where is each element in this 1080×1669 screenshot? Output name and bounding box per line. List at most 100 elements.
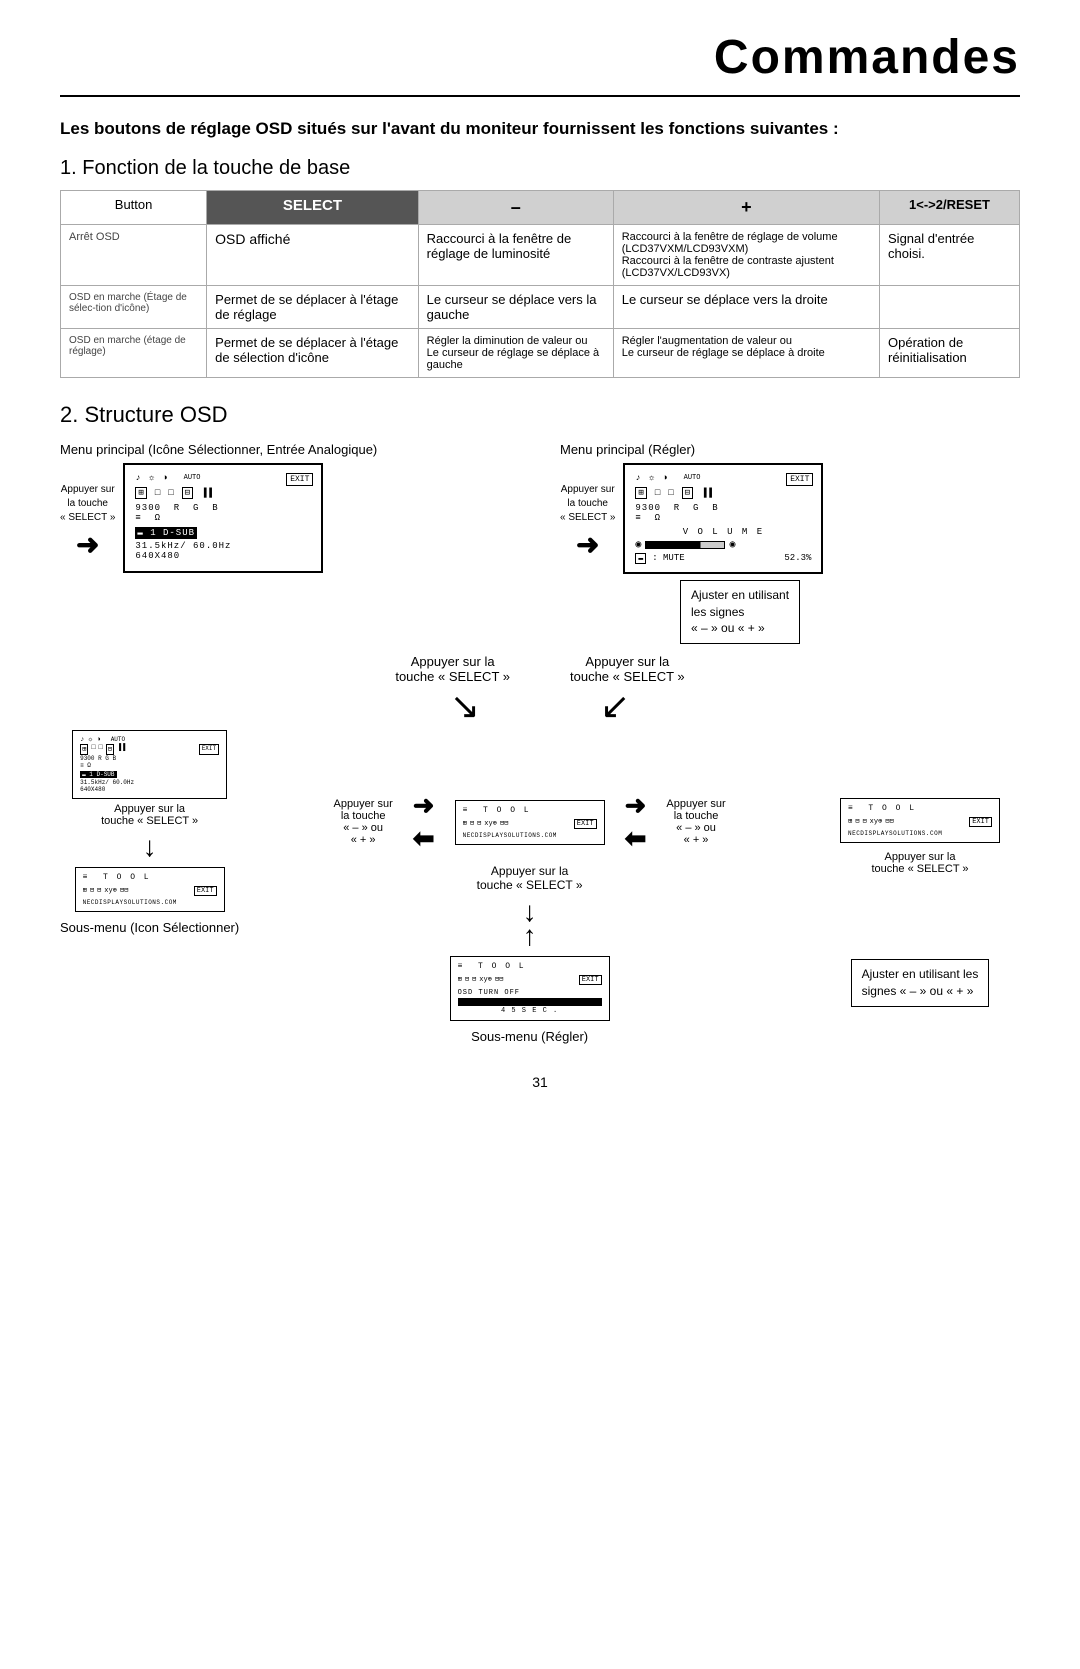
nec-url-2: NECDISPLAYSOLUTIONS.COM xyxy=(463,832,597,839)
nec-url-1: NECDISPLAYSOLUTIONS.COM xyxy=(83,899,217,906)
appuyer-label-left: Appuyer surla touche« SELECT » xyxy=(60,483,115,525)
tool-menu-1: ≡ T O O L ⊞⊟⊟xy⊕⊟⊟ EXIT NECDISPLAYSOLUTI… xyxy=(75,867,225,912)
cell-row3-col3: Régler la diminution de valeur ou Le cur… xyxy=(418,328,613,377)
table-row: OSD en marche (Étage de sélec-tion d'icô… xyxy=(61,285,1020,328)
vol-percent: 52.3% xyxy=(784,553,811,563)
main-menu-left-title: Menu principal (Icône Sélectionner, Entr… xyxy=(60,442,377,457)
table-row: Arrêt OSD OSD affiché Raccourci à la fen… xyxy=(61,224,1020,285)
volume-track: ◉ ◉ xyxy=(635,539,811,551)
main-menu-right-title: Menu principal (Régler) xyxy=(560,442,695,457)
tool-menu-right-wrapper: ≡ T O O L ⊞⊟⊟xy⊕⊟⊟ EXIT NECDISPLAYSOLUTI… xyxy=(840,798,1000,843)
arrow-back-left: ↙ xyxy=(450,688,480,724)
arrow-back-right: ↙ xyxy=(600,688,630,724)
appuyer-select-center1: Appuyer sur latouche « SELECT » xyxy=(395,654,510,684)
osd-off-bar xyxy=(458,998,602,1006)
appuyer-minus-ou-2: Appuyer surla touche« – » ou« + » xyxy=(666,798,725,846)
tool-menu-3: ≡ T O O L ⊞⊟⊟xy⊕⊟⊟ EXIT OSD TURN OFF 4 5… xyxy=(450,956,610,1021)
osd-screen-left: EXIT ♪☼◑AUTO ⊞ □□ ⊟ ▐▐ 9300 R G B ≡ Ω ▬ … xyxy=(123,463,323,573)
sec-label: 4 5 S E C . xyxy=(458,1007,602,1015)
cell-row1-col5: Signal d'entrée choisi. xyxy=(880,224,1020,285)
mute-icon: ▬ xyxy=(635,553,646,564)
cell-row1-col3: Raccourci à la fenêtre de réglage de lum… xyxy=(418,224,613,285)
arrow-up-center: ↑ xyxy=(523,920,537,952)
col-select: SELECT xyxy=(207,190,419,224)
icon-row2-right: ⊞ □□ ⊟ ▐▐ xyxy=(635,487,811,499)
osd-screen-right: EXIT ♪☼◑AUTO ⊞ □□ ⊟ ▐▐ 9300 R G B ≡ Ω V … xyxy=(623,463,823,574)
arrow-right-main: ➜ xyxy=(76,528,99,561)
appuyer-select-left-col: Appuyer sur latouche « SELECT » xyxy=(101,803,198,827)
osd-small-left: ♪☼◑AUTO ⊞□□ ⊟▐▐ EXIT 9300 R G B ≡ Ω ▬ 1 … xyxy=(72,730,227,799)
col-plus: + xyxy=(613,190,879,224)
table-row: OSD en marche (étage de réglage) Permet … xyxy=(61,328,1020,377)
cell-row3-col2: Permet de se déplacer à l'étage de sélec… xyxy=(207,328,419,377)
osd-off-label: OSD TURN OFF xyxy=(458,989,602,997)
arrow-right-main2: ➜ xyxy=(576,528,599,561)
tool-exit-3: EXIT xyxy=(579,975,602,985)
osd-structure-section: 2. Structure OSD Menu principal (Icône S… xyxy=(60,402,1020,1044)
intro-paragraph: Les boutons de réglage OSD situés sur l'… xyxy=(60,117,1020,141)
cell-row2-col5 xyxy=(880,285,1020,328)
section1-heading: 1. Fonction de la touche de base xyxy=(60,157,1020,180)
volume-bar: V O L U M E ◉ ◉ ▬ : MUTE 52.3% xyxy=(635,527,811,564)
tool-icon-row-1: ⊞⊟⊟xy⊕⊟⊟ EXIT xyxy=(83,886,217,896)
appuyer-select-right-bottom: Appuyer sur latouche « SELECT » xyxy=(871,851,968,875)
info-omega: ≡ Ω xyxy=(135,513,311,523)
tool-exit-1: EXIT xyxy=(194,886,217,896)
exit-btn-left: EXIT xyxy=(286,473,313,486)
tool-title-right: ≡ T O O L xyxy=(848,804,992,813)
tool-icon-row-3: ⊞⊟⊟xy⊕⊟⊟ EXIT xyxy=(458,975,602,985)
tool-menu-right: ≡ T O O L ⊞⊟⊟xy⊕⊟⊟ EXIT NECDISPLAYSOLUTI… xyxy=(840,798,1000,843)
tool-title-3: ≡ T O O L xyxy=(458,962,602,971)
cell-row3-col5: Opération de réinitialisation xyxy=(880,328,1020,377)
mute-label: : MUTE xyxy=(652,553,684,563)
res-left: 640X480 xyxy=(135,551,311,561)
cell-row2-col2: Permet de se déplacer à l'étage de régla… xyxy=(207,285,419,328)
icon-row2-left: ⊞ □□ ⊟ ▐▐ xyxy=(135,487,311,499)
appuyer-select-center2: Appuyer sur latouche « SELECT » xyxy=(570,654,685,684)
tool-menu-2: ≡ T O O L ⊞⊟⊟xy⊕⊟⊟ EXIT NECDISPLAYSOLUTI… xyxy=(455,800,605,845)
cell-row3-col1: OSD en marche (étage de réglage) xyxy=(61,328,207,377)
exit-btn-right: EXIT xyxy=(786,473,813,486)
cell-row1-col2: OSD affiché xyxy=(207,224,419,285)
icon-row-right: ♪☼◑AUTO xyxy=(635,473,811,483)
cell-row3-col4: Régler l'augmentation de valeur ou Le cu… xyxy=(613,328,879,377)
tool-icon-row-2: ⊞⊟⊟xy⊕⊟⊟ EXIT xyxy=(463,819,597,829)
arrow-left-tool: ⬅ xyxy=(413,823,435,854)
tool-title-2: ≡ T O O L xyxy=(463,806,597,815)
sous-menu-regler-label: Sous-menu (Régler) xyxy=(471,1029,588,1044)
vol-bar xyxy=(645,541,725,549)
col-reset: 1<->2/RESET xyxy=(880,190,1020,224)
tool-exit-right: EXIT xyxy=(969,817,992,827)
page-number: 31 xyxy=(60,1074,1020,1090)
sous-menu-icon-label: Sous-menu (Icon Sélectionner) xyxy=(60,920,239,935)
info-9300: 9300 R G B xyxy=(135,503,311,513)
section2-heading: 2. Structure OSD xyxy=(60,402,1020,428)
tool-exit-2: EXIT xyxy=(574,819,597,829)
ajuster-box-top: Ajuster en utilisantles signes« – » ou «… xyxy=(680,580,800,644)
page-title: Commandes xyxy=(60,30,1020,97)
col-minus: – xyxy=(418,190,613,224)
appuyer-select-center-bottom: Appuyer sur latouche « SELECT » xyxy=(477,864,583,892)
col-button: Button xyxy=(61,190,207,224)
arrow-left-tool2: ⬅ xyxy=(625,823,647,854)
tool-title-1: ≡ T O O L xyxy=(83,873,217,882)
cell-row2-col1: OSD en marche (Étage de sélec-tion d'icô… xyxy=(61,285,207,328)
ajuster-box-bottom: Ajuster en utilisant lessignes « – » ou … xyxy=(851,959,990,1007)
arrow-right-tool2: ➜ xyxy=(625,790,647,821)
appuyer-minus-ou-1: Appuyer surla touche« – » ou« + » xyxy=(333,798,392,846)
info-omega-r: ≡ Ω xyxy=(635,513,811,523)
arrow-right-tool: ➜ xyxy=(413,790,435,821)
cell-row1-col1: Arrêt OSD xyxy=(61,224,207,285)
icon-row-left: ♪☼◑AUTO xyxy=(135,473,311,483)
appuyer-label-right: Appuyer surla touche« SELECT » xyxy=(560,483,615,525)
info-9300-r: 9300 R G B xyxy=(635,503,811,513)
arrow-down-left: ↓ xyxy=(143,831,157,863)
freq-left: 31.5kHz/ 60.0Hz xyxy=(135,541,311,551)
tool-icon-row-right: ⊞⊟⊟xy⊕⊟⊟ EXIT xyxy=(848,817,992,827)
nec-url-right: NECDISPLAYSOLUTIONS.COM xyxy=(848,830,992,837)
mute-row: ▬ : MUTE 52.3% xyxy=(635,553,811,564)
cell-row1-col4: Raccourci à la fenêtre de réglage de vol… xyxy=(613,224,879,285)
cell-row2-col4: Le curseur se déplace vers la droite xyxy=(613,285,879,328)
function-table: Button SELECT – + 1<->2/RESET Arrêt OSD … xyxy=(60,190,1020,378)
volume-label: V O L U M E xyxy=(635,527,811,537)
